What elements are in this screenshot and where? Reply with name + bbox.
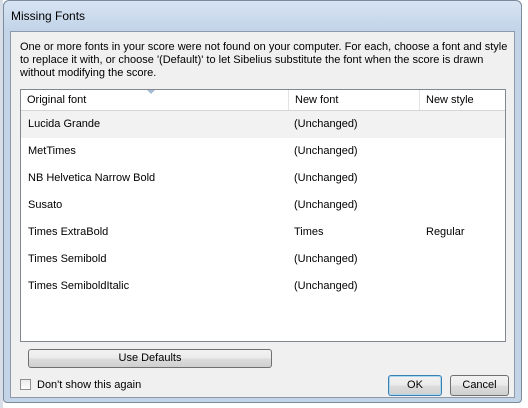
table-row[interactable]: Times Semibold (Unchanged) xyxy=(21,246,505,273)
new-font-cell[interactable]: (Unchanged) xyxy=(294,165,358,192)
dialog-client-area: One or more fonts in your score were not… xyxy=(10,31,515,398)
table-header: Original font New font New style xyxy=(21,90,505,111)
column-header-original-font[interactable]: Original font xyxy=(21,90,289,110)
column-header-new-style[interactable]: New style xyxy=(420,90,505,110)
title-bar[interactable]: Missing Fonts xyxy=(4,1,521,31)
original-font-cell: Susato xyxy=(28,199,63,211)
table-row[interactable]: Times SemiboldItalic (Unchanged) xyxy=(21,273,505,300)
table-row[interactable]: Susato (Unchanged) xyxy=(21,192,505,219)
new-font-cell[interactable]: (Unchanged) xyxy=(294,246,358,273)
new-font-cell[interactable]: (Unchanged) xyxy=(294,273,358,300)
new-font-cell[interactable]: Times xyxy=(294,219,324,246)
new-font-cell[interactable]: (Unchanged) xyxy=(294,138,358,165)
fonts-table[interactable]: Original font New font New style Lucida … xyxy=(20,89,506,342)
original-font-cell: MetTimes xyxy=(28,145,76,157)
column-header-new-font[interactable]: New font xyxy=(289,90,420,110)
table-row[interactable]: NB Helvetica Narrow Bold (Unchanged) xyxy=(21,165,505,192)
cancel-button[interactable]: Cancel xyxy=(450,375,509,396)
sort-arrow-icon xyxy=(147,90,155,94)
original-font-cell: NB Helvetica Narrow Bold xyxy=(28,172,156,184)
dont-show-again-label[interactable]: Don't show this again xyxy=(37,379,141,391)
original-font-cell: Times ExtraBold xyxy=(28,226,109,238)
instruction-text: One or more fonts in your score were not… xyxy=(20,41,508,79)
original-font-cell: Lucida Grande xyxy=(28,118,101,130)
table-row[interactable]: Times ExtraBold Times Regular xyxy=(21,219,505,246)
missing-fonts-dialog: Missing Fonts One or more fonts in your … xyxy=(3,0,522,403)
table-row[interactable]: MetTimes (Unchanged) xyxy=(21,138,505,165)
use-defaults-button[interactable]: Use Defaults xyxy=(28,349,272,368)
ok-button[interactable]: OK xyxy=(388,375,442,396)
original-font-cell: Times SemiboldItalic xyxy=(28,280,130,292)
new-style-cell[interactable]: Regular xyxy=(426,219,465,246)
original-font-cell: Times Semibold xyxy=(28,253,107,265)
new-font-cell[interactable]: (Unchanged) xyxy=(294,111,358,138)
dont-show-again-checkbox[interactable] xyxy=(20,379,31,390)
window-title: Missing Fonts xyxy=(11,9,86,23)
table-row[interactable]: Lucida Grande (Unchanged) xyxy=(21,111,505,138)
new-font-cell[interactable]: (Unchanged) xyxy=(294,192,358,219)
